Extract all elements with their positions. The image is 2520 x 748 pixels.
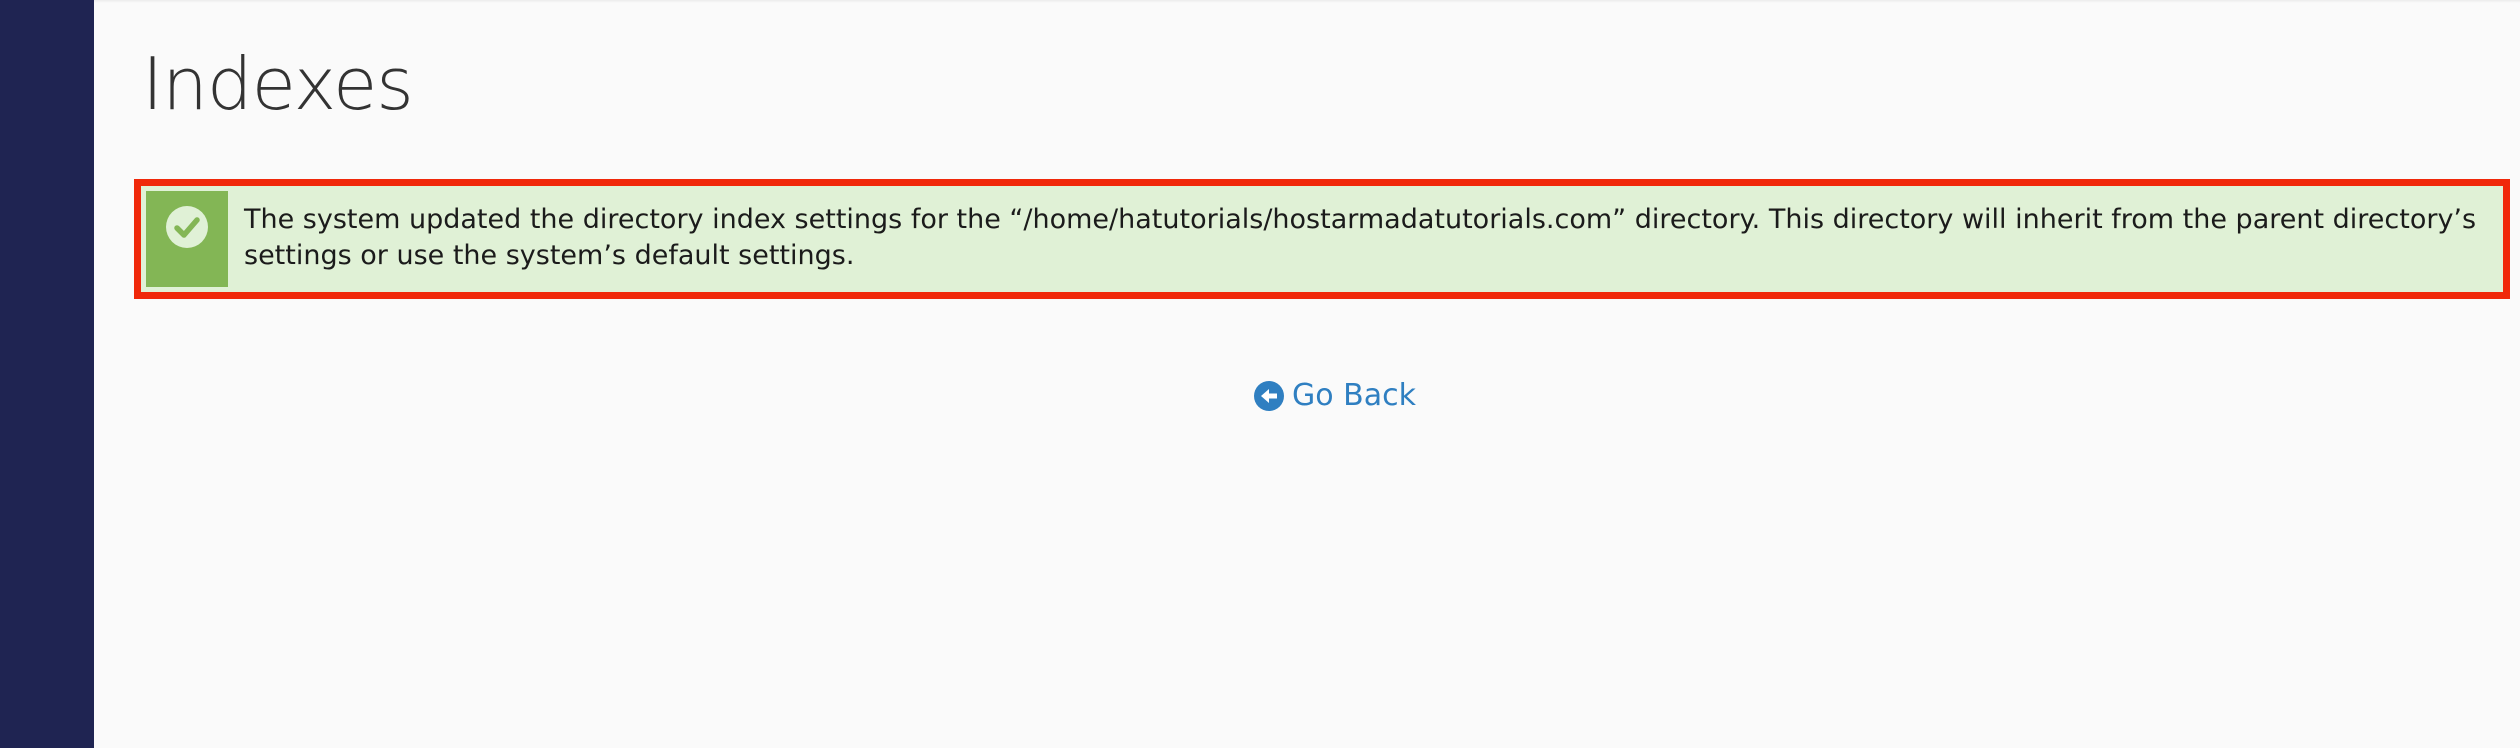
main-content: Indexes The system updated the directory…: [94, 0, 2520, 748]
go-back-link[interactable]: Go Back: [1254, 376, 1416, 416]
check-circle-icon: [166, 206, 208, 248]
page-title: Indexes: [142, 42, 414, 126]
sidebar: [0, 0, 94, 748]
header-shadow: [94, 0, 2520, 3]
success-alert: The system updated the directory index s…: [134, 179, 2510, 299]
arrow-circle-left-icon: [1254, 381, 1284, 411]
alert-message: The system updated the directory index s…: [244, 204, 2477, 271]
go-back-label: Go Back: [1292, 378, 1416, 413]
alert-icon-cell: [146, 191, 228, 287]
